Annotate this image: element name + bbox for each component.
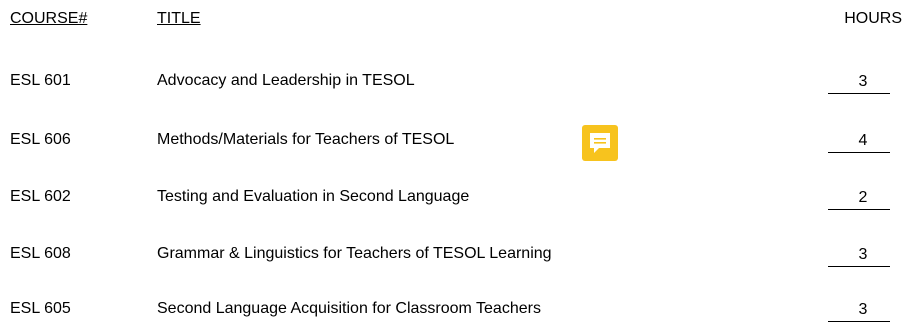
- course-hours: 3: [828, 300, 890, 322]
- course-hours: 2: [828, 188, 890, 210]
- header-title: TITLE: [157, 10, 201, 27]
- course-code: ESL 606: [10, 131, 71, 148]
- course-hours-value: 2: [858, 189, 868, 206]
- course-code: ESL 602: [10, 188, 71, 205]
- course-hours: 3: [828, 72, 890, 94]
- course-row: ESL 606 Methods/Materials for Teachers o…: [0, 131, 904, 153]
- comment-icon[interactable]: [582, 125, 618, 161]
- course-row: ESL 605 Second Language Acquisition for …: [0, 300, 904, 322]
- table-header: COURSE# TITLE HOURS: [0, 10, 904, 32]
- course-row: ESL 602 Testing and Evaluation in Second…: [0, 188, 904, 210]
- comment-icon-glyph: [590, 133, 610, 153]
- course-title: Methods/Materials for Teachers of TESOL: [157, 131, 455, 148]
- course-hours-value: 3: [858, 73, 868, 90]
- course-hours-value: 3: [858, 301, 868, 318]
- course-code: ESL 605: [10, 300, 71, 317]
- header-hours: HOURS: [844, 10, 902, 27]
- course-row: ESL 601 Advocacy and Leadership in TESOL…: [0, 72, 904, 94]
- header-course: COURSE#: [10, 10, 88, 27]
- course-hours-value: 4: [858, 132, 868, 149]
- course-title: Testing and Evaluation in Second Languag…: [157, 188, 470, 205]
- course-hours: 4: [828, 131, 890, 153]
- course-hours-value: 3: [858, 246, 868, 263]
- course-code: ESL 601: [10, 72, 71, 89]
- course-code: ESL 608: [10, 245, 71, 262]
- course-row: ESL 608 Grammar & Linguistics for Teache…: [0, 245, 904, 267]
- course-title: Second Language Acquisition for Classroo…: [157, 300, 541, 317]
- course-hours: 3: [828, 245, 890, 267]
- course-title: Advocacy and Leadership in TESOL: [157, 72, 415, 89]
- course-title: Grammar & Linguistics for Teachers of TE…: [157, 245, 552, 262]
